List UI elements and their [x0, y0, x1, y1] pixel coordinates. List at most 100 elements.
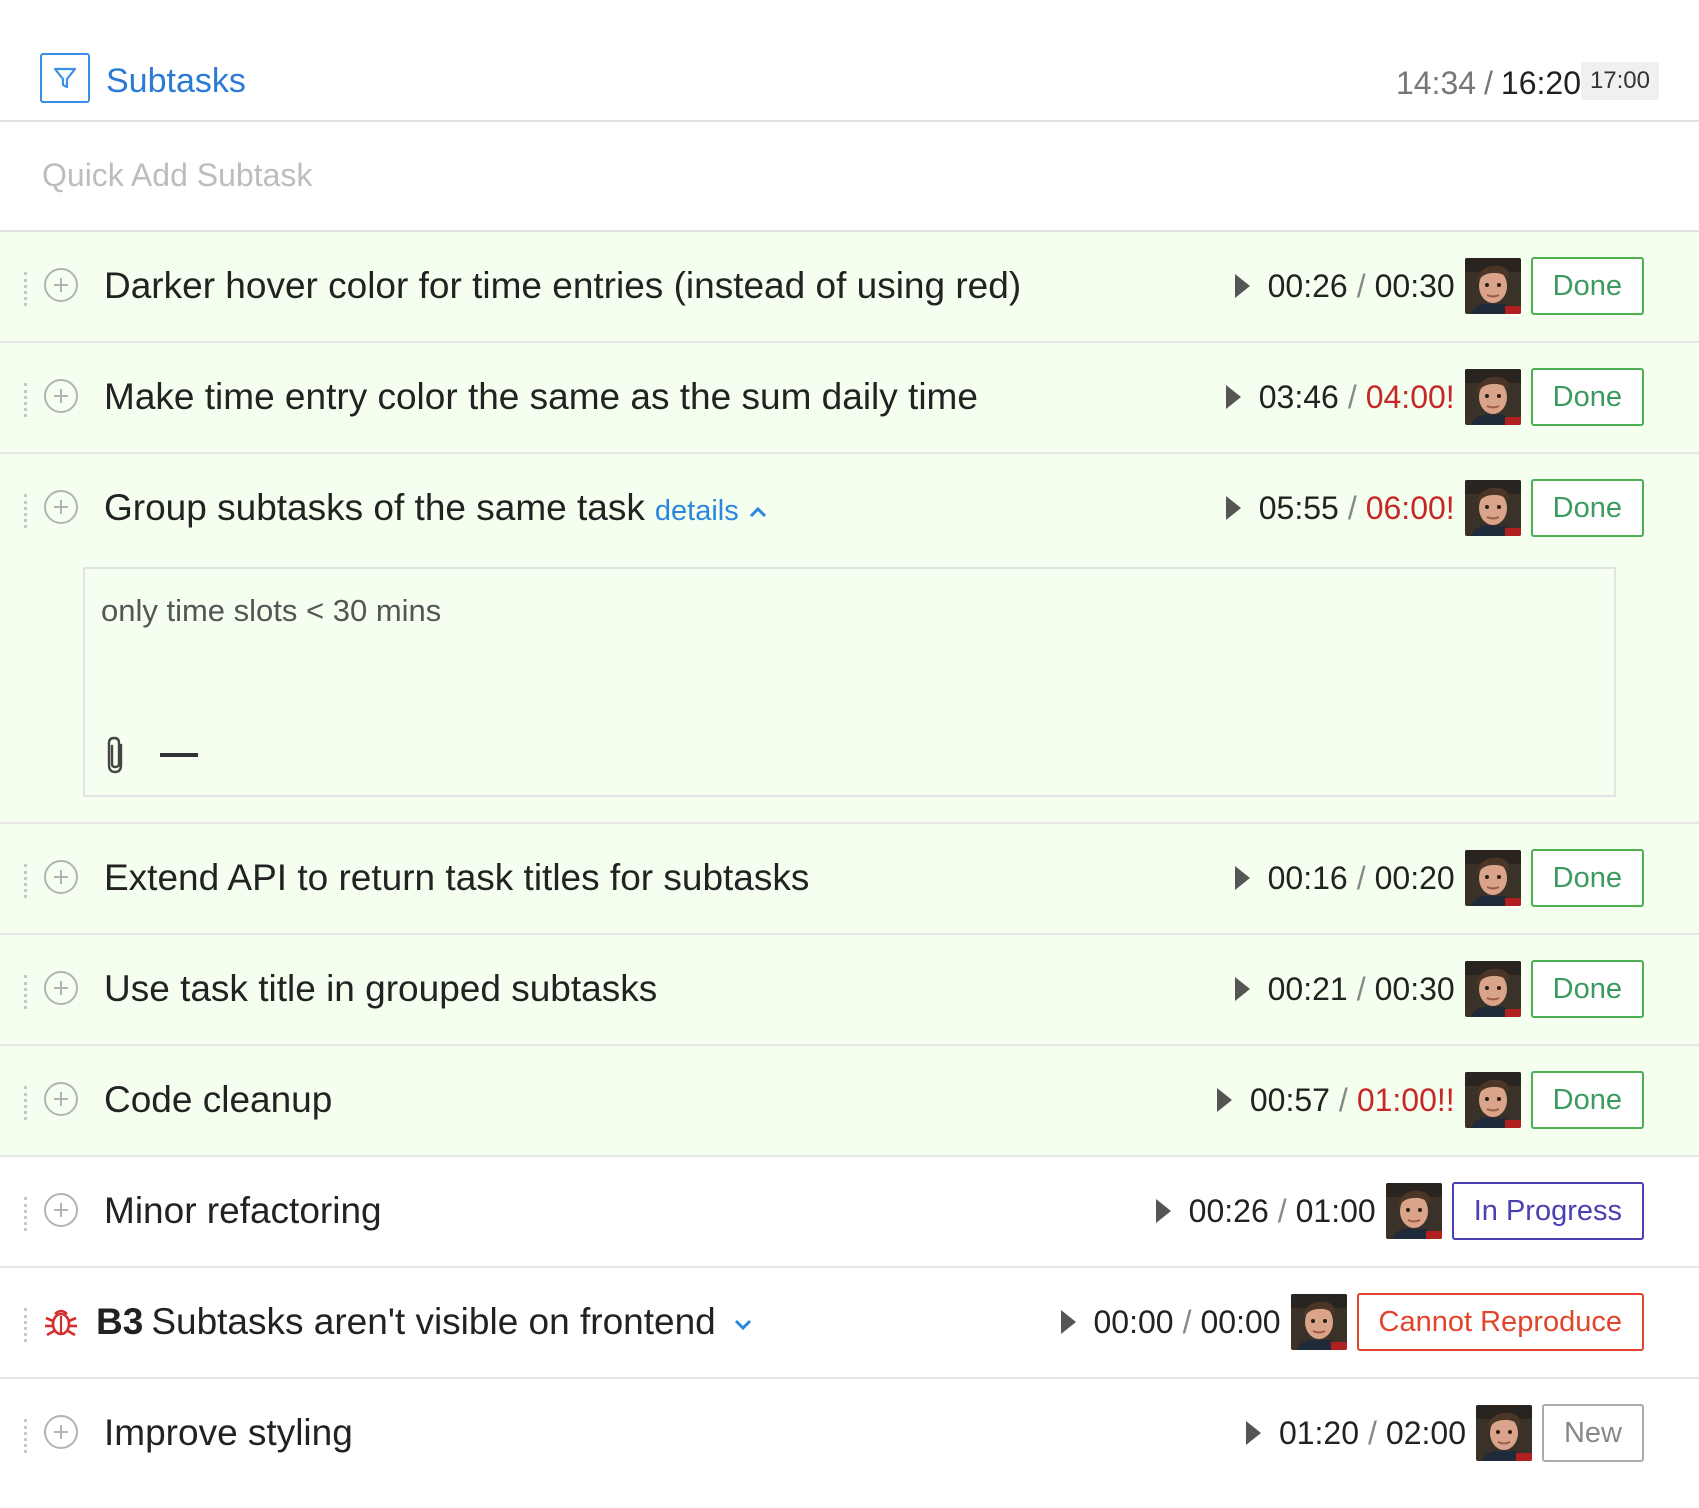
drag-handle[interactable] — [24, 864, 30, 898]
details-link-label: details — [654, 495, 739, 527]
avatar[interactable] — [1465, 480, 1521, 536]
subtask-time: 00:26/01:00 — [1189, 1193, 1376, 1230]
status-button[interactable]: Done — [1530, 479, 1644, 537]
quick-add-bar — [0, 122, 1699, 232]
subtask-title[interactable]: Improve styling — [104, 1412, 353, 1454]
drag-handle[interactable] — [24, 1419, 30, 1453]
avatar[interactable] — [1386, 1183, 1442, 1239]
drag-handle[interactable] — [24, 383, 30, 417]
filter-icon — [53, 67, 77, 89]
subtask-row[interactable]: Darker hover color for time entries (ins… — [0, 232, 1699, 343]
time-separator: / — [1368, 1414, 1377, 1451]
subtask-title[interactable]: Make time entry color the same as the su… — [104, 376, 978, 418]
subtask-time: 00:00/00:00 — [1094, 1304, 1281, 1341]
status-button[interactable]: In Progress — [1451, 1182, 1644, 1240]
time-estimate: 00:30 — [1374, 970, 1455, 1007]
subtask-row[interactable]: B3 Subtasks aren't visible on frontend 00… — [0, 1268, 1699, 1379]
play-icon[interactable] — [1234, 977, 1250, 1001]
status-button[interactable]: Done — [1530, 849, 1644, 907]
play-icon[interactable] — [1234, 274, 1250, 298]
subtask-row[interactable]: Code cleanup 00:57/01:00!! Done — [0, 1046, 1699, 1157]
time-estimate: 00:00 — [1200, 1303, 1281, 1340]
subtask-time: 03:46/04:00! — [1259, 379, 1455, 416]
add-subtask-icon[interactable] — [44, 379, 78, 413]
total-time-spent: 14:34 — [1395, 65, 1477, 101]
add-subtask-icon[interactable] — [44, 1415, 78, 1449]
add-subtask-icon[interactable] — [44, 971, 78, 1005]
time-estimate: 04:00! — [1365, 378, 1455, 415]
status-button[interactable]: Done — [1530, 257, 1644, 315]
subtask-time: 00:57/01:00!! — [1250, 1082, 1455, 1119]
drag-handle[interactable] — [24, 272, 30, 306]
avatar[interactable] — [1465, 1072, 1521, 1128]
avatar[interactable] — [1291, 1294, 1347, 1350]
add-subtask-icon[interactable] — [44, 860, 78, 894]
paperclip-icon[interactable] — [103, 735, 129, 775]
drag-handle[interactable] — [24, 1308, 30, 1342]
play-icon[interactable] — [1225, 385, 1241, 409]
add-subtask-icon[interactable] — [44, 1193, 78, 1227]
play-icon[interactable] — [1234, 866, 1250, 890]
chevron-down-icon[interactable] — [734, 1318, 752, 1331]
total-time-separator: / — [1484, 65, 1493, 101]
subtask-time: 00:16/00:20 — [1268, 860, 1455, 897]
subtask-row[interactable]: Minor refactoring 00:26/01:00 In Progres… — [0, 1157, 1699, 1268]
time-estimate: 06:00! — [1365, 489, 1455, 526]
add-subtask-icon[interactable] — [44, 268, 78, 302]
drag-handle[interactable] — [24, 1086, 30, 1120]
time-spent: 00:21 — [1267, 970, 1348, 1007]
drag-handle[interactable] — [24, 494, 30, 528]
avatar[interactable] — [1465, 369, 1521, 425]
chevron-up-icon — [749, 507, 766, 518]
time-separator: / — [1347, 378, 1357, 415]
add-subtask-icon[interactable] — [44, 1082, 78, 1116]
subtask-row[interactable]: Make time entry color the same as the su… — [0, 343, 1699, 454]
subtask-title-text: Subtasks aren't visible on frontend — [151, 1301, 716, 1342]
time-separator: / — [1277, 1192, 1287, 1229]
play-icon[interactable] — [1245, 1421, 1261, 1445]
play-icon[interactable] — [1060, 1310, 1076, 1334]
avatar[interactable] — [1476, 1405, 1532, 1461]
subtask-title[interactable]: Darker hover color for time entries (ins… — [104, 265, 1021, 307]
subtask-time: 01:20/02:00 — [1279, 1415, 1466, 1452]
status-button[interactable]: Done — [1530, 960, 1644, 1018]
play-icon[interactable] — [1216, 1088, 1232, 1112]
subtask-title[interactable]: Minor refactoring — [104, 1190, 382, 1232]
status-button[interactable]: Done — [1530, 368, 1644, 426]
avatar[interactable] — [1465, 961, 1521, 1017]
subtask-row[interactable]: Extend API to return task titles for sub… — [0, 824, 1699, 935]
time-spent: 00:57 — [1249, 1081, 1330, 1118]
subtask-row[interactable]: Improve styling 01:20/02:00 New — [0, 1379, 1699, 1490]
time-separator: / — [1347, 489, 1357, 526]
time-estimate: 00:30 — [1374, 267, 1455, 304]
play-icon[interactable] — [1155, 1199, 1171, 1223]
avatar[interactable] — [1465, 850, 1521, 906]
subtask-title[interactable]: Code cleanup — [104, 1079, 332, 1121]
status-button[interactable]: Cannot Reproduce — [1356, 1293, 1644, 1351]
subtask-title[interactable]: Group subtasks of the same task details — [104, 487, 767, 529]
drag-handle[interactable] — [24, 975, 30, 1009]
horizontal-rule-icon[interactable] — [160, 753, 198, 757]
add-subtask-icon[interactable] — [44, 490, 78, 524]
subtask-row[interactable]: Use task title in grouped subtasks 00:21… — [0, 935, 1699, 1046]
total-time-estimate: 16:20 — [1500, 65, 1581, 101]
subtask-row[interactable]: Group subtasks of the same task details 0… — [0, 454, 1699, 824]
drag-handle[interactable] — [24, 1197, 30, 1231]
time-estimate: 01:00!! — [1356, 1081, 1455, 1118]
total-time: 14:34/16:20 — [1396, 65, 1581, 102]
avatar[interactable] — [1465, 258, 1521, 314]
subtask-title[interactable]: B3 Subtasks aren't visible on frontend — [96, 1301, 752, 1343]
status-button[interactable]: Done — [1530, 1071, 1644, 1129]
play-icon[interactable] — [1225, 496, 1241, 520]
subtask-time: 00:26/00:30 — [1268, 268, 1455, 305]
time-separator: / — [1356, 970, 1366, 1007]
time-separator: / — [1356, 267, 1366, 304]
details-toggle-link[interactable]: details — [655, 495, 767, 527]
subtask-title[interactable]: Use task title in grouped subtasks — [104, 968, 657, 1010]
filter-button[interactable] — [40, 53, 90, 103]
subtask-title[interactable]: Extend API to return task titles for sub… — [104, 857, 809, 899]
details-text[interactable]: only time slots < 30 mins — [101, 593, 441, 629]
status-button[interactable]: New — [1541, 1404, 1644, 1462]
subtask-details-editor[interactable]: only time slots < 30 mins — [83, 567, 1616, 797]
quick-add-input[interactable] — [40, 156, 944, 195]
